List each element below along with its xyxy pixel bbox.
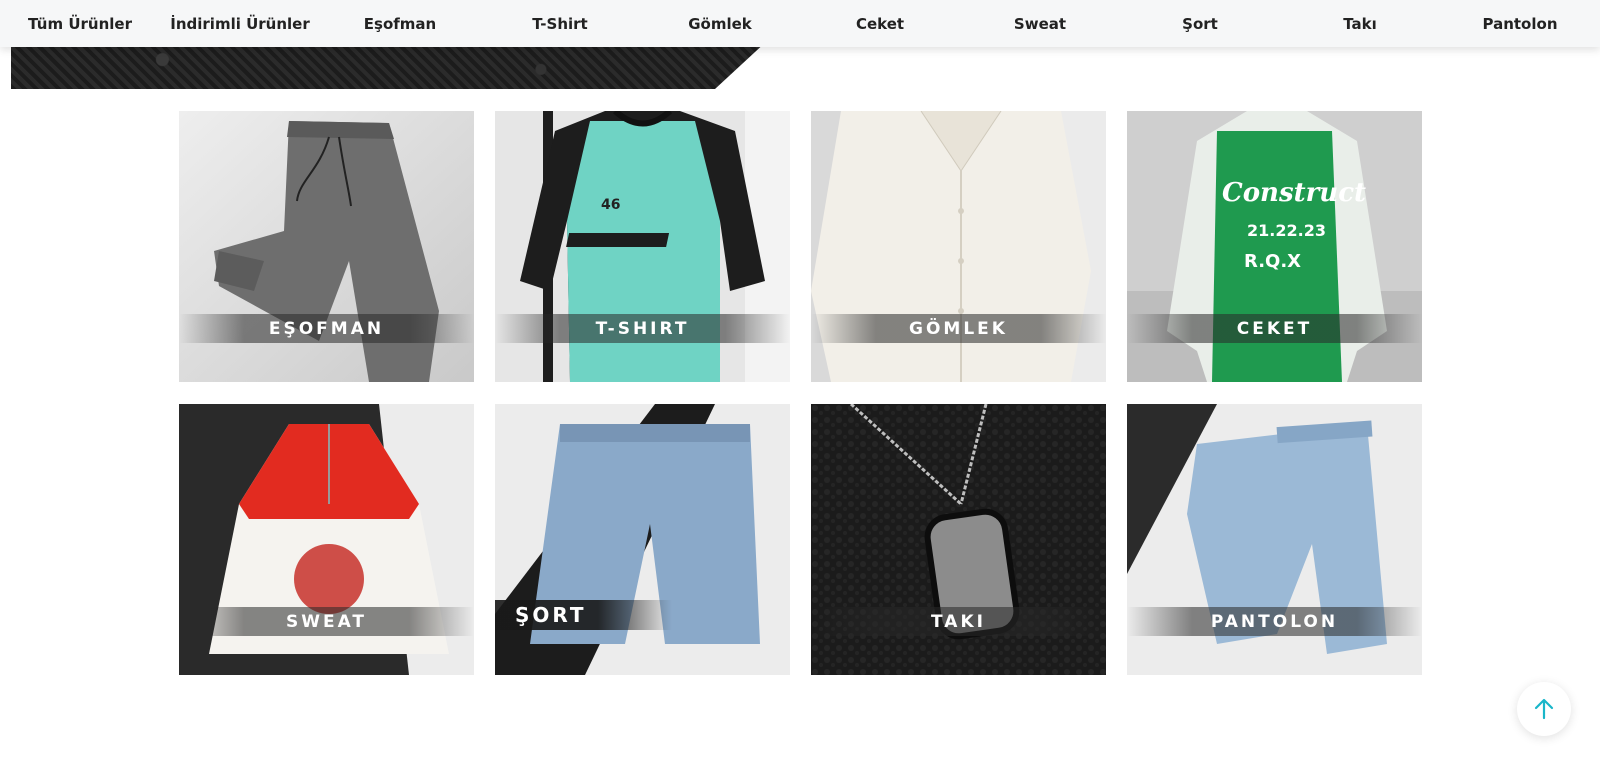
scroll-to-top-button[interactable] (1517, 682, 1571, 736)
leather-banner-image (11, 40, 768, 89)
category-grid: EŞOFMAN 46 T-SHIRT GÖMLEK Construct 21.2… (179, 111, 1424, 675)
nav-item-gomlek[interactable]: Gömlek (640, 0, 800, 47)
category-card-tshirt[interactable]: 46 T-SHIRT (495, 111, 790, 382)
nav-item-tshirt[interactable]: T-Shirt (480, 0, 640, 47)
category-label: TAKI (811, 607, 1106, 636)
nav-item-discounted[interactable]: İndirimli Ürünler (160, 0, 320, 47)
category-label: EŞOFMAN (179, 314, 474, 343)
category-card-gomlek[interactable]: GÖMLEK (811, 111, 1106, 382)
nav-item-ceket[interactable]: Ceket (800, 0, 960, 47)
svg-text:Construct: Construct (1222, 178, 1366, 208)
category-label: T-SHIRT (495, 314, 790, 343)
category-label: PANTOLON (1127, 607, 1422, 636)
svg-text:21.22.23: 21.22.23 (1247, 221, 1326, 240)
nav-item-all-products[interactable]: Tüm Ürünler (0, 0, 160, 47)
svg-text:R.Q.X: R.Q.X (1244, 251, 1301, 272)
nav-item-pantolon[interactable]: Pantolon (1440, 0, 1600, 47)
category-card-sort[interactable]: ŞORT (495, 404, 790, 675)
svg-text:46: 46 (601, 197, 620, 213)
category-card-taki[interactable]: TAKI (811, 404, 1106, 675)
category-label: CEKET (1127, 314, 1422, 343)
nav-item-sort[interactable]: Şort (1120, 0, 1280, 47)
category-label: SWEAT (179, 607, 474, 636)
nav-item-taki[interactable]: Takı (1280, 0, 1440, 47)
nav-item-sweat[interactable]: Sweat (960, 0, 1120, 47)
category-card-sweat[interactable]: SWEAT (179, 404, 474, 675)
category-label: GÖMLEK (811, 314, 1106, 343)
arrow-up-icon (1534, 698, 1554, 720)
top-navigation: Tüm Ürünler İndirimli Ürünler Eşofman T-… (0, 0, 1600, 47)
page: Tüm Ürünler İndirimli Ürünler Eşofman T-… (0, 0, 1600, 761)
category-card-ceket[interactable]: Construct 21.22.23 R.Q.X CEKET (1127, 111, 1422, 382)
shorts-image (495, 404, 790, 675)
nav-item-esofman[interactable]: Eşofman (320, 0, 480, 47)
category-card-esofman[interactable]: EŞOFMAN (179, 111, 474, 382)
category-label: ŞORT (495, 600, 790, 630)
category-card-pantolon[interactable]: PANTOLON (1127, 404, 1422, 675)
